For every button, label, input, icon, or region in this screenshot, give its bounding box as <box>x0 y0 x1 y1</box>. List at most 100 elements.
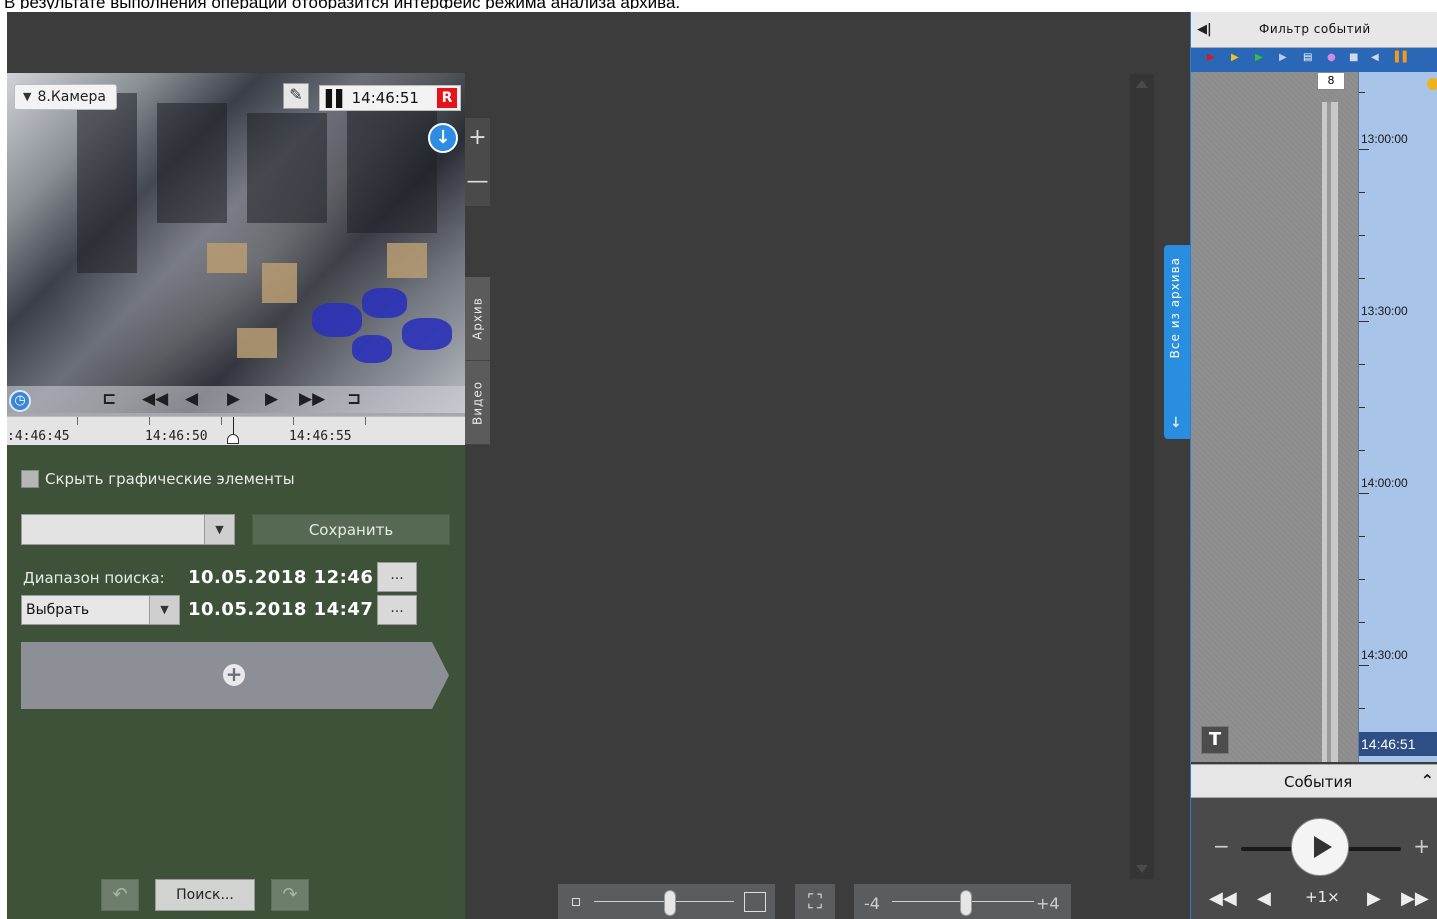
step-back-icon[interactable]: ◀ <box>185 389 198 413</box>
large-tile-icon <box>744 892 766 912</box>
timeline-label: 14:46:55 <box>289 429 352 444</box>
timeline-time: 13:00:00 <box>1361 132 1408 146</box>
fast-forward-icon[interactable]: ▶▶ <box>299 389 325 413</box>
scroll-down-icon[interactable] <box>1136 865 1148 873</box>
playback-controls: ◷ ⊏ ◀◀ ◀ ▶ ▶ ▶▶ ⊐ <box>7 386 465 416</box>
face-filter-icon[interactable]: ● <box>1327 52 1336 63</box>
step-back-icon[interactable]: ◀ <box>1257 888 1271 909</box>
chevron-down-icon: ▼ <box>23 90 32 103</box>
timeline-cursor-handle[interactable] <box>227 434 239 444</box>
range-from-date[interactable]: 10.05.2018 12:46 <box>188 567 373 588</box>
timeline-label: :4:46:45 <box>7 429 70 444</box>
camera-name-dropdown[interactable]: ▼ 8.Камера <box>14 84 117 110</box>
warning-filter-icon[interactable]: ▶ <box>1231 52 1239 63</box>
event-filter-title: Фильтр событий <box>1259 22 1371 36</box>
range-to-date[interactable]: 10.05.2018 14:47 <box>188 599 373 620</box>
events-title: События <box>1284 773 1353 791</box>
camera-timeline[interactable]: :4:46:45 14:46:50 14:46:55 <box>7 416 465 445</box>
search-button[interactable]: Поиск... <box>155 879 255 911</box>
event-filter-header: ◀| Фильтр событий <box>1191 12 1437 48</box>
fit-screen-icon[interactable]: ⛶ <box>795 884 835 919</box>
hide-graphics-checkbox[interactable] <box>21 470 39 488</box>
camera-filter-icon[interactable]: ■ <box>1349 52 1358 63</box>
scroll-up-icon[interactable] <box>1136 80 1148 88</box>
pause-icon[interactable]: ▌▌ <box>326 89 349 108</box>
timeline-time: 13:30:00 <box>1361 304 1408 318</box>
step-forward-icon[interactable]: ▶ <box>1367 888 1381 909</box>
alarm-filter-icon[interactable]: ▶ <box>1207 52 1215 63</box>
camera-number-badge: 8 <box>1317 72 1345 90</box>
audio-filter-icon[interactable]: ◀ <box>1371 52 1379 63</box>
text-filter-icon[interactable]: ▤ <box>1303 52 1312 63</box>
range-to-picker-button[interactable]: ... <box>377 595 417 625</box>
record-badge: R <box>437 88 457 108</box>
fast-forward-icon[interactable]: ▶▶ <box>1401 888 1429 909</box>
archive-search-panel: Скрыть графические элементы ▼ Сохранить … <box>7 445 465 919</box>
events-header[interactable]: События ⌃ <box>1191 764 1437 798</box>
clock-icon[interactable]: ◷ <box>9 390 31 412</box>
text-mode-button[interactable]: T <box>1201 726 1229 754</box>
fast-rewind-icon[interactable]: ◀◀ <box>142 389 168 413</box>
save-button[interactable]: Сохранить <box>252 514 450 545</box>
add-icon[interactable]: + <box>223 664 245 686</box>
fast-rewind-icon[interactable]: ◀◀ <box>1209 888 1237 909</box>
mark-start-icon[interactable]: ⊏ <box>102 389 116 413</box>
edit-icon[interactable]: ✎ <box>283 83 309 109</box>
step-forward-icon[interactable]: ▶ <box>265 389 278 413</box>
chevron-down-icon[interactable]: ▼ <box>204 515 234 544</box>
camera-time: 14:46:51 <box>351 89 419 107</box>
preset-select[interactable]: ▼ <box>21 514 235 545</box>
speed-label: +1× <box>1305 888 1340 906</box>
zoom-out-button[interactable]: — <box>465 162 490 206</box>
sun-icon <box>1427 78 1437 90</box>
add-search-criteria-area[interactable]: + <box>21 642 449 709</box>
undo-icon[interactable]: ↶ <box>101 879 139 911</box>
small-tile-icon <box>572 898 580 906</box>
scale-min-label: -4 <box>864 894 880 913</box>
interval-select[interactable]: Выбрать ▼ <box>21 595 180 625</box>
chevron-up-icon[interactable]: ⌃ <box>1421 771 1434 790</box>
tile-size-slider[interactable] <box>558 884 775 919</box>
camera-name: 8.Камера <box>37 89 106 105</box>
mark-end-icon[interactable]: ⊐ <box>347 389 361 413</box>
zoom-in-button[interactable]: + <box>465 118 490 162</box>
all-from-archive-label: Все из архива <box>1168 257 1182 359</box>
camera-time-display[interactable]: ▌▌ 14:46:51 R <box>319 85 461 111</box>
timeline-label: 14:46:50 <box>145 429 208 444</box>
chevron-down-icon[interactable]: ▼ <box>149 596 179 624</box>
current-time: 14:46:51 <box>1361 736 1416 752</box>
hide-graphics-label: Скрыть графические элементы <box>45 470 295 488</box>
event-timeline[interactable]: 8 13:00:00 13:30:00 14:00:00 14:30:00 14… <box>1191 72 1437 762</box>
event-filter-bar: ▶ ▶ ▶ ▶ ▤ ● ■ ◀ ▌▌ <box>1191 48 1437 72</box>
side-tabs: Архив Видео <box>465 277 490 445</box>
events-player: − + ◀◀ ◀ +1× ▶ ▶▶ <box>1191 798 1437 919</box>
timeline-strip[interactable] <box>1322 102 1338 762</box>
page-caption: В результате выполнения операции отобраз… <box>4 0 1184 9</box>
speed-down-icon[interactable]: − <box>1213 834 1230 858</box>
arrow-icon: ↓ <box>1170 415 1182 431</box>
events-panel: ◀| Фильтр событий ▶ ▶ ▶ ▶ ▤ ● ■ ◀ ▌▌ 8 1… <box>1190 12 1437 919</box>
zoom-controls: + — <box>465 118 490 206</box>
play-button[interactable] <box>1291 818 1349 876</box>
collapse-panel-icon[interactable]: ◀| <box>1197 22 1212 37</box>
workspace-scrollbar[interactable] <box>1130 74 1154 879</box>
layout-scale-slider[interactable]: -4 +4 <box>854 884 1071 919</box>
camera-tile[interactable]: ▼ 8.Камера ✎ ▌▌ 14:46:51 R ↓ ◷ ⊏ ◀◀ ◀ ▶ … <box>7 73 465 445</box>
range-from-picker-button[interactable]: ... <box>377 562 417 592</box>
timeline-time: 14:30:00 <box>1361 648 1408 662</box>
all-from-archive-tab[interactable]: Все из архива ↓ <box>1164 245 1190 439</box>
speed-up-icon[interactable]: + <box>1413 834 1430 858</box>
play-icon[interactable]: ▶ <box>227 389 240 413</box>
normal-filter-icon[interactable]: ▶ <box>1255 52 1263 63</box>
scale-knob[interactable] <box>960 890 972 916</box>
hide-graphics-row[interactable]: Скрыть графические элементы <box>21 470 295 488</box>
pause-filter-icon[interactable]: ▌▌ <box>1395 52 1410 63</box>
redo-icon[interactable]: ↷ <box>271 879 309 911</box>
info-filter-icon[interactable]: ▶ <box>1279 52 1287 63</box>
camera-video-frame[interactable] <box>7 73 465 413</box>
scale-max-label: +4 <box>1036 894 1060 913</box>
tile-size-knob[interactable] <box>664 890 676 916</box>
tab-archive[interactable]: Архив <box>465 277 490 361</box>
export-download-icon[interactable]: ↓ <box>428 123 458 153</box>
tab-video[interactable]: Видео <box>465 361 490 445</box>
